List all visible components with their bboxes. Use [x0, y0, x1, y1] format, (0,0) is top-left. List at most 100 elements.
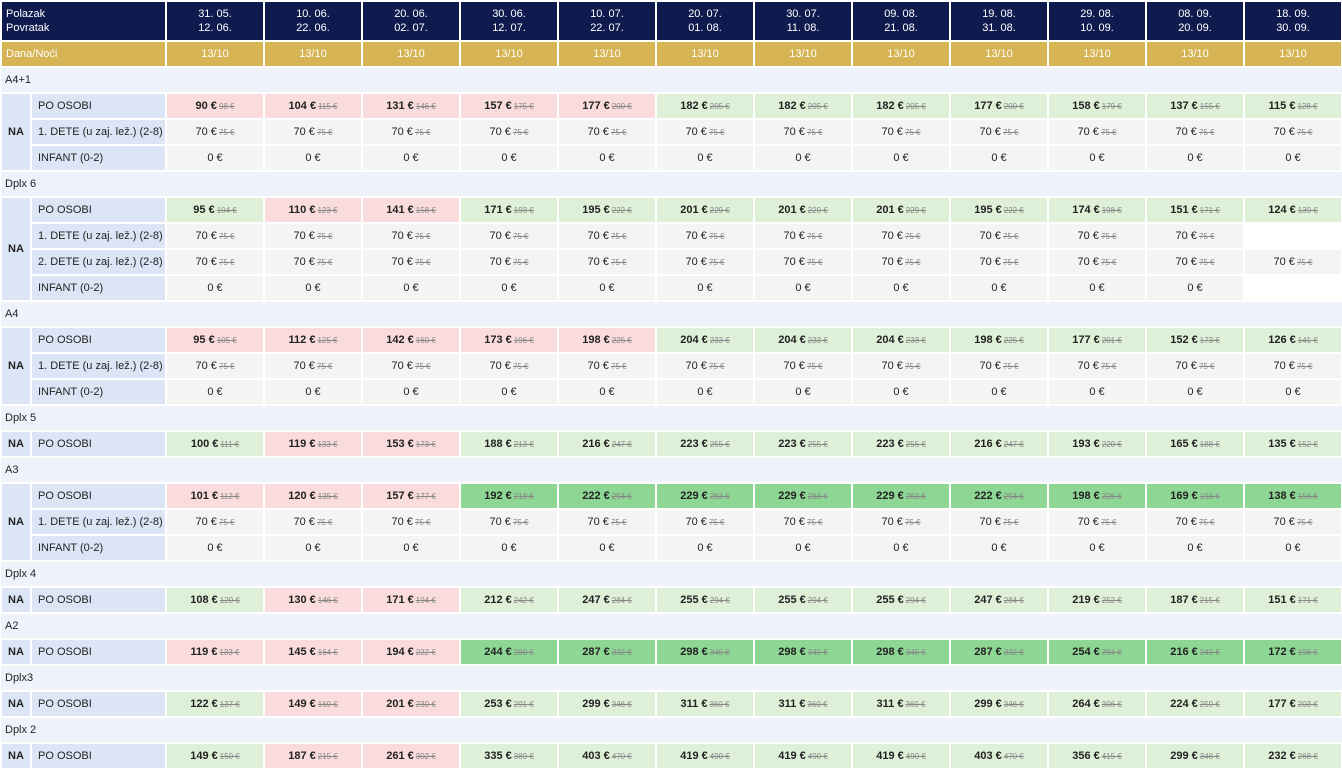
price-value: 70 €	[293, 126, 315, 138]
infant-price-cell: 0 €	[1047, 274, 1148, 302]
infant-price-cell: 0 €	[851, 274, 952, 302]
price-value: 70 €	[685, 230, 707, 242]
price-cell: 255 €294 €	[655, 586, 756, 614]
price-value: 201 €	[680, 204, 708, 216]
price-cell: 173 €196 €	[459, 326, 560, 354]
old-price: 75 €	[708, 362, 725, 371]
infant-price-cell: 0 €	[753, 144, 854, 172]
old-price: 133 €	[317, 440, 338, 449]
room-type-name: A3	[1, 457, 1342, 483]
old-price: 201 €	[1101, 336, 1122, 345]
return-date: 22. 07.	[590, 22, 624, 34]
old-price: 389 €	[513, 752, 534, 761]
price-cell: 142 €160 €	[361, 326, 462, 354]
price-value: 201 €	[386, 698, 414, 710]
old-price: 348 €	[1199, 752, 1220, 761]
old-price: 345 €	[905, 648, 926, 657]
price-value: 253 €	[484, 698, 512, 710]
departure-date: 19. 08.	[982, 8, 1016, 20]
child-price-cell: 70 €75 €	[557, 118, 658, 146]
child-price-cell: 70 €75 €	[165, 352, 266, 380]
old-price: 294 €	[1101, 648, 1122, 657]
price-category-label: PO OSOBI	[29, 92, 168, 120]
price-cell: 169 €193 €	[1145, 482, 1246, 510]
old-price: 156 €	[1297, 492, 1318, 501]
child-price-cell: 70 €75 €	[165, 248, 266, 276]
price-cell: 403 €470 €	[949, 742, 1050, 770]
child-price-cell: 70 €75 €	[655, 222, 756, 250]
price-value: 70 €	[587, 126, 609, 138]
old-price: 194 €	[415, 596, 436, 605]
old-price: 222 €	[611, 206, 632, 215]
price-cell: 187 €215 €	[1145, 586, 1246, 614]
price-cell: 229 €263 €	[655, 482, 756, 510]
price-value: 287 €	[582, 646, 610, 658]
price-cell: 153 €173 €	[361, 430, 462, 458]
infant-price-cell: 0 €	[165, 378, 266, 406]
price-value: 70 €	[979, 256, 1001, 268]
old-price: 75 €	[218, 518, 235, 527]
old-price: 75 €	[708, 258, 725, 267]
room-type-name: Dplx 4	[1, 561, 1342, 587]
room-type-row: Dplx 2	[1, 717, 1342, 743]
price-table: Polazak Povratak 31. 05. 12. 06. 10. 06. 22…	[0, 0, 1342, 770]
price-cell: 145 €164 €	[263, 638, 364, 666]
old-price: 75 €	[806, 362, 823, 371]
price-cell: 149 €169 €	[263, 690, 364, 718]
price-value: 311 €	[876, 698, 904, 710]
price-row: NA PO OSOBI 108 €120 €130 €146 €171 €194 €…	[0, 586, 1342, 614]
price-value: 70 €	[195, 230, 217, 242]
price-category-label: PO OSOBI	[29, 196, 168, 224]
price-value: 70 €	[1077, 230, 1099, 242]
price-value: 171 €	[484, 204, 512, 216]
price-value: 212 €	[484, 594, 512, 606]
return-date: 31. 08.	[982, 22, 1016, 34]
price-value: 311 €	[778, 698, 806, 710]
price-value: 201 €	[778, 204, 806, 216]
infant-price-cell: 0 €	[263, 534, 364, 562]
price-value: 419 €	[680, 750, 708, 762]
old-price: 233 €	[807, 336, 828, 345]
child-price-cell: 70 €75 €	[459, 248, 560, 276]
infant-price-cell: 0 €	[1047, 144, 1148, 172]
child-price-cell: 70 €75 €	[263, 118, 364, 146]
infant-price-cell: 0 €	[1145, 378, 1246, 406]
price-value: 70 €	[783, 256, 805, 268]
old-price: 75 €	[414, 258, 431, 267]
old-price: 203 €	[1297, 700, 1318, 709]
old-price: 177 €	[415, 492, 436, 501]
price-cell: 335 €389 €	[459, 742, 560, 770]
old-price: 360 €	[807, 700, 828, 709]
price-cell: 255 €294 €	[753, 586, 854, 614]
price-cell: 192 €218 €	[459, 482, 560, 510]
infant-price-cell: 0 €	[1145, 274, 1246, 302]
old-price: 75 €	[1198, 518, 1215, 527]
old-price: 120 €	[219, 596, 240, 605]
old-price: 75 €	[218, 362, 235, 371]
price-cell: 135 €152 €	[1243, 430, 1342, 458]
price-value: 70 €	[783, 230, 805, 242]
old-price: 75 €	[1002, 128, 1019, 137]
old-price: 75 €	[708, 232, 725, 241]
depart-label: Polazak	[6, 8, 46, 20]
old-price: 75 €	[512, 518, 529, 527]
price-cell: 244 €280 €	[459, 638, 560, 666]
board-type: NA	[0, 196, 32, 302]
price-cell: 247 €284 €	[949, 586, 1050, 614]
price-cell: 151 €171 €	[1243, 586, 1342, 614]
nights-value: 13/10	[263, 40, 364, 68]
price-category-label: PO OSOBI	[29, 430, 168, 458]
price-value: 70 €	[293, 256, 315, 268]
price-cell: 188 €213 €	[459, 430, 560, 458]
price-cell: 255 €294 €	[851, 586, 952, 614]
price-cell: 222 €254 €	[557, 482, 658, 510]
old-price: 294 €	[709, 596, 730, 605]
price-value: 169 €	[1170, 490, 1198, 502]
old-price: 255 €	[807, 440, 828, 449]
price-cell: 403 €470 €	[557, 742, 658, 770]
price-value: 419 €	[778, 750, 806, 762]
price-value: 177 €	[1268, 698, 1296, 710]
price-value: 138 €	[1268, 490, 1296, 502]
old-price: 155 €	[1199, 102, 1220, 111]
infant-price-cell: 0 €	[263, 274, 364, 302]
